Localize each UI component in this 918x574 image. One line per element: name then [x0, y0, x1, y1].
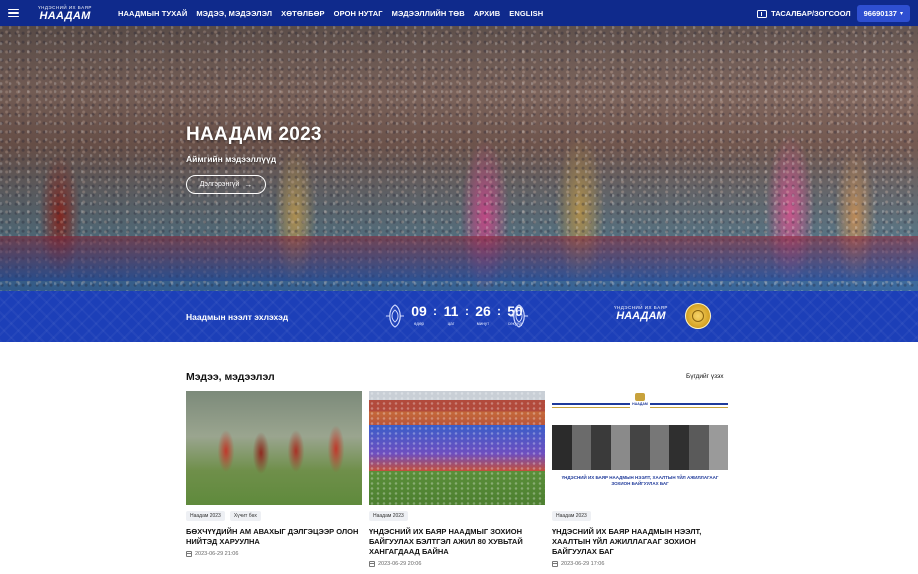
calendar-icon [186, 551, 192, 557]
news-section-title: Мэдээ, мэдээлэл [186, 371, 275, 383]
nav-item-info-center[interactable]: МЭДЭЭЛЛИЙН ТӨВ [392, 9, 465, 18]
timer-separator: : [465, 304, 469, 318]
countdown-bar: Наадмын нээлт эхлэхэд 09 өдөр : 11 цаг :… [0, 291, 918, 342]
news-tag[interactable]: Наадам 2023 [186, 511, 225, 521]
news-card-tags: Наадам 2023 Хүчит бөх [186, 511, 362, 521]
news-card-date: 2023-06-29 20:06 [369, 561, 545, 567]
news-card-image[interactable]: НААДАМ ҮНДЭСНИЙ ИХ БАЯР НААДМЫН НЭЭЛТ, Х… [552, 391, 728, 505]
news-card-tags: Наадам 2023 [552, 511, 728, 521]
image-emblem-text: НААДАМ [632, 402, 648, 406]
phone-number: 96690137 [863, 9, 897, 18]
emblem-icon: НААДАМ [630, 393, 650, 415]
ticket-parking-link[interactable]: ТАСАЛБАР/ЗОГСООЛ [757, 9, 851, 18]
news-card-date: 2023-06-29 21:06 [186, 551, 362, 557]
logo-title: НААДАМ [39, 9, 91, 22]
nav-right: ТАСАЛБАР/ЗОГСООЛ 96690137 ▾ [757, 5, 910, 22]
menu-icon[interactable] [0, 0, 26, 26]
timer-hours-value: 11 [443, 303, 459, 319]
news-card-date: 2023-06-29 17:06 [552, 561, 728, 567]
site-logo[interactable]: ҮНДЭСНИЙ ИХ БАЯР НААДАМ [30, 2, 100, 24]
hero-button-label: Дэлгэрэнгүй [199, 181, 240, 188]
top-navbar: ҮНДЭСНИЙ ИХ БАЯР НААДАМ НААДМЫН ТУХАЙ МЭ… [0, 0, 918, 26]
ornament-icon [386, 304, 404, 328]
hero-banner: НААДАМ 2023 Аймгийн мэдээллүүд Дэлгэрэнг… [0, 26, 918, 291]
news-card-image[interactable] [369, 391, 545, 505]
timer-minutes-value: 26 [475, 303, 491, 319]
timer-minutes-label: минут [476, 321, 490, 326]
team-photo-strip [552, 425, 728, 470]
news-card-title[interactable]: БӨХЧҮҮДИЙН АМ АВАХЫГ ДЭЛГЭЦЭЭР ОЛОН НИЙТ… [186, 527, 362, 547]
medal-icon [685, 303, 711, 329]
timer-separator: : [433, 304, 437, 318]
hero-overlay [0, 26, 918, 291]
news-card-date-text: 2023-06-29 17:06 [561, 561, 605, 567]
news-card-image[interactable] [186, 391, 362, 505]
nav-item-about[interactable]: НААДМЫН ТУХАЙ [118, 9, 187, 18]
timer-minutes: 26 минут [472, 303, 494, 327]
calendar-icon [552, 561, 558, 567]
timer-separator: : [497, 304, 501, 318]
news-tag[interactable]: Наадам 2023 [552, 511, 591, 521]
hero-subtitle: Аймгийн мэдээллүүд [186, 154, 277, 164]
arrow-right-icon: → [244, 180, 253, 189]
news-tag[interactable]: Хүчит бөх [229, 511, 261, 521]
calendar-icon [369, 561, 375, 567]
news-card[interactable]: Наадам 2023 Хүчит бөх БӨХЧҮҮДИЙН АМ АВАХ… [186, 391, 362, 557]
main-nav: НААДМЫН ТУХАЙ МЭДЭЭ, МЭДЭЭЛЭЛ ХӨТӨЛБӨР О… [118, 9, 543, 18]
nav-item-english[interactable]: ENGLISH [509, 9, 543, 18]
ticket-icon [757, 9, 768, 18]
news-card-date-text: 2023-06-29 21:06 [195, 551, 239, 557]
ticket-label: ТАСАЛБАР/ЗОГСООЛ [771, 9, 851, 18]
countdown-logo-title: НААДАМ [616, 310, 666, 322]
countdown-logo: ҮНДЭСНИЙ ИХ БАЯР НААДАМ [614, 305, 668, 322]
countdown-label: Наадмын нээлт эхлэхэд [186, 312, 289, 322]
nav-item-program[interactable]: ХӨТӨЛБӨР [281, 9, 325, 18]
hero-title: НААДАМ 2023 [186, 124, 322, 145]
timer-days: 09 өдөр [408, 303, 430, 327]
timer-days-value: 09 [411, 303, 427, 319]
timer-hours-label: цаг [447, 321, 455, 326]
news-card-tags: Наадам 2023 [369, 511, 545, 521]
nav-item-news[interactable]: МЭДЭЭ, МЭДЭЭЛЭЛ [196, 9, 272, 18]
nav-item-local[interactable]: ОРОН НУТАГ [334, 9, 383, 18]
news-card[interactable]: НААДАМ ҮНДЭСНИЙ ИХ БАЯР НААДМЫН НЭЭЛТ, Х… [552, 391, 728, 567]
timer-days-label: өдөр [413, 321, 425, 326]
phone-dropdown[interactable]: 96690137 ▾ [856, 5, 910, 22]
ornament-icon [510, 304, 528, 328]
see-all-link[interactable]: Бүгдийг үзэх [686, 373, 724, 380]
news-card-date-text: 2023-06-29 20:06 [378, 561, 422, 567]
news-card-title[interactable]: ҮНДЭСНИЙ ИХ БАЯР НААДМЫН НЭЭЛТ, ХААЛТЫН … [552, 527, 728, 557]
hero-more-button[interactable]: Дэлгэрэнгүй → [186, 175, 266, 194]
news-tag[interactable]: Наадам 2023 [369, 511, 408, 521]
news-card-title[interactable]: ҮНДЭСНИЙ ИХ БАЯР НААДМЫГ ЗОХИОН БАЙГУУЛА… [369, 527, 545, 557]
image-caption: ҮНДЭСНИЙ ИХ БАЯР НААДМЫН НЭЭЛТ, ХААЛТЫН … [561, 475, 719, 486]
nav-item-archive[interactable]: АРХИВ [474, 9, 500, 18]
timer-hours: 11 цаг [440, 303, 462, 327]
chevron-down-icon: ▾ [899, 11, 903, 17]
news-card[interactable]: Наадам 2023 ҮНДЭСНИЙ ИХ БАЯР НААДМЫГ ЗОХ… [369, 391, 545, 567]
